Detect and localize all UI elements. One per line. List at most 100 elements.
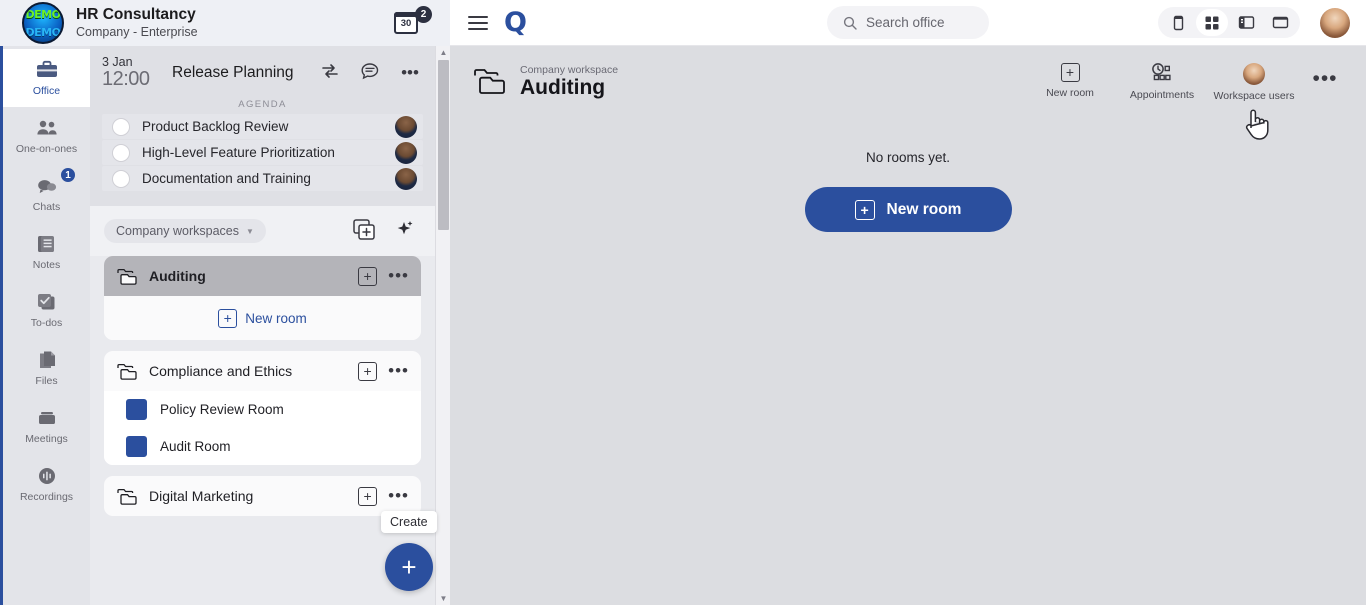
workspace-users-action[interactable]: Workspace users: [1208, 63, 1300, 102]
agenda-item[interactable]: Product Backlog Review: [102, 114, 423, 139]
workspace-group-header[interactable]: Auditing + •••: [104, 256, 421, 296]
agenda-checkbox[interactable]: [112, 144, 130, 162]
plus-box-icon: +: [855, 200, 875, 220]
agenda-checkbox[interactable]: [112, 118, 130, 136]
meeting-more-icon[interactable]: •••: [397, 63, 423, 83]
briefcase-icon: [35, 59, 59, 81]
room-item-label: Audit Room: [160, 439, 231, 454]
full-view-button[interactable]: [1264, 9, 1296, 36]
sidebar-badge: 1: [60, 167, 76, 183]
workspace-filter-label: Company workspaces: [116, 224, 239, 238]
room-item[interactable]: Audit Room: [104, 428, 421, 465]
scrollbar-thumb[interactable]: [438, 60, 449, 230]
sidebar-item-meetings[interactable]: Meetings: [3, 397, 90, 455]
workspace-filter-select[interactable]: Company workspaces ▼: [104, 219, 266, 243]
sidebar-item-label: Recordings: [20, 491, 73, 503]
user-avatar-icon: [1243, 63, 1265, 85]
scroll-down-icon[interactable]: ▼: [436, 592, 451, 605]
meeting-time: 12:00: [102, 69, 158, 90]
create-fab-button[interactable]: +: [385, 543, 433, 591]
add-room-icon[interactable]: +: [358, 362, 377, 381]
new-room-primary-button[interactable]: + New room: [805, 187, 1012, 232]
new-room-action-label: New room: [1046, 87, 1094, 99]
agenda-list: Product Backlog ReviewHigh-Level Feature…: [102, 114, 423, 191]
company-name: HR Consultancy: [76, 6, 198, 24]
sidebar-item-label: Meetings: [25, 433, 68, 445]
agenda-item[interactable]: High-Level Feature Prioritization: [102, 140, 423, 165]
sidebar-item-chats[interactable]: 1 Chats: [3, 165, 90, 223]
sidebar-item-label: To-dos: [31, 317, 63, 329]
agenda-checkbox[interactable]: [112, 170, 130, 188]
chat-bubbles-icon: [35, 175, 59, 197]
scroll-up-icon[interactable]: ▲: [436, 46, 451, 59]
new-room-primary-label: New room: [887, 201, 962, 219]
workspace-group-body: +New room: [104, 296, 421, 340]
workspace-more-icon[interactable]: •••: [1300, 67, 1350, 91]
new-room-action[interactable]: + New room: [1024, 63, 1116, 99]
sidebar-item-notes[interactable]: Notes: [3, 223, 90, 281]
split-view-button[interactable]: [1230, 9, 1262, 36]
room-color-swatch: [126, 399, 147, 420]
user-avatar[interactable]: [1320, 8, 1350, 38]
workspace-group-label: Digital Marketing: [149, 488, 347, 504]
sidebar-item-one-on-ones[interactable]: One-on-ones: [3, 107, 90, 165]
agenda-header: 3 Jan 12:00 Release Planning •••: [102, 56, 423, 90]
mobile-view-button[interactable]: [1162, 9, 1194, 36]
plus-box-icon: +: [1061, 63, 1080, 82]
chat-icon[interactable]: [357, 62, 383, 85]
workspace-more-icon[interactable]: •••: [388, 266, 409, 286]
workspace-more-icon[interactable]: •••: [388, 361, 409, 381]
search-input[interactable]: Search office: [827, 6, 989, 39]
application-window: HR Consultancy Company - Enterprise 30 2…: [0, 0, 1366, 605]
workspace-group-header[interactable]: Digital Marketing + •••: [104, 476, 421, 516]
create-tooltip: Create: [381, 511, 437, 533]
appointments-action[interactable]: Appointments: [1116, 63, 1208, 101]
sidebar-item-recordings[interactable]: Recordings: [3, 455, 90, 513]
avatar: [395, 116, 417, 138]
workspace-group-header[interactable]: Compliance and Ethics + •••: [104, 351, 421, 391]
meeting-title: Release Planning: [172, 64, 303, 82]
chevron-down-icon: ▼: [246, 227, 254, 236]
office-scrollbar[interactable]: ▲ ▼: [435, 46, 450, 605]
sparkle-icon[interactable]: [391, 218, 421, 244]
files-icon: [35, 349, 59, 371]
folder-icon: [116, 363, 138, 380]
new-room-link-label: New room: [245, 311, 307, 326]
avatar: [395, 142, 417, 164]
people-icon: [35, 117, 59, 139]
appointments-icon: [1150, 63, 1174, 84]
workspace-title-block: Company workspace Auditing: [520, 64, 618, 101]
sidebar-item-files[interactable]: Files: [3, 339, 90, 397]
notes-icon: [35, 233, 59, 255]
workspace-group: Digital Marketing + •••: [104, 476, 421, 516]
header-actions: + New room Appointments Workspace users …: [1024, 63, 1350, 102]
workspace-group-label: Compliance and Ethics: [149, 363, 347, 379]
search-placeholder: Search office: [866, 15, 945, 30]
add-room-icon[interactable]: +: [358, 267, 377, 286]
brand-header: HR Consultancy Company - Enterprise 30 2: [0, 0, 450, 46]
room-item[interactable]: Policy Review Room: [104, 391, 421, 428]
hand-cursor-icon: [1241, 106, 1271, 147]
workspace-group: Auditing + ••• +New room: [104, 256, 421, 340]
room-color-swatch: [126, 436, 147, 457]
hamburger-icon[interactable]: [468, 12, 488, 34]
sidebar-item-office[interactable]: Office: [3, 49, 90, 107]
folder-icon: [116, 488, 138, 505]
calendar-button[interactable]: 30 2: [390, 6, 432, 40]
brand-text-block: HR Consultancy Company - Enterprise: [76, 6, 198, 39]
sidebar-item-label: Notes: [33, 259, 60, 271]
workspace-more-icon[interactable]: •••: [388, 486, 409, 506]
swap-icon[interactable]: [317, 63, 343, 84]
add-workspace-icon[interactable]: [351, 218, 381, 244]
grid-view-button[interactable]: [1196, 9, 1228, 36]
agenda-item[interactable]: Documentation and Training: [102, 166, 423, 191]
new-room-link[interactable]: +New room: [104, 296, 421, 340]
sidebar-item-to-dos[interactable]: To-dos: [3, 281, 90, 339]
add-room-icon[interactable]: +: [358, 487, 377, 506]
meeting-datetime: 3 Jan 12:00: [102, 56, 158, 90]
sidebar-item-label: Chats: [33, 201, 60, 213]
sidebar-item-label: One-on-ones: [16, 143, 77, 155]
company-plan: Company - Enterprise: [76, 25, 198, 40]
workspace-group-label: Auditing: [149, 268, 347, 284]
office-panel: HR Consultancy Company - Enterprise 30 2…: [0, 0, 450, 605]
